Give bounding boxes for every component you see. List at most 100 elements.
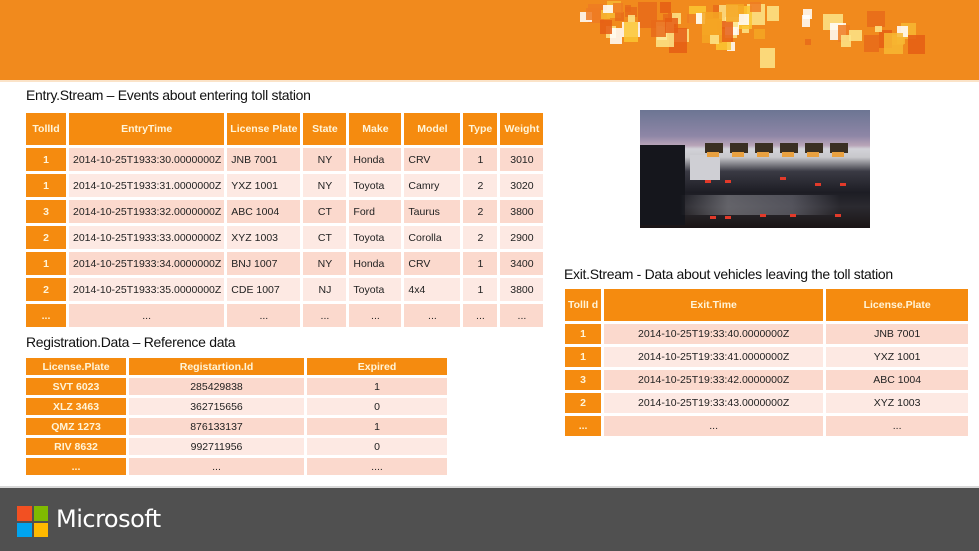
table-cell: ... [26,458,126,475]
table-cell: Honda [349,252,402,275]
table-cell: 2 [565,393,602,413]
banner-mosaic-tile [908,34,925,54]
table-cell: SVT 6023 [26,378,126,395]
table-cell: RIV 8632 [26,438,126,455]
table-row: SVT 6023 285429838 1 [26,378,447,395]
table-cell: CRV [404,252,461,275]
banner-mosaic-tile [897,37,906,44]
banner-mosaic-tile [804,38,812,45]
column-header: TollI d [565,289,602,321]
banner-mosaic-tile [739,14,749,25]
table-cell: .... [307,458,447,475]
microsoft-logo-icon [17,506,48,537]
table-cell: 2014-10-25T1933:31.0000000Z [69,174,225,197]
banner-mosaic-tile [686,13,696,24]
table-cell: 2 [26,278,66,301]
banner-mosaic-tile [866,10,885,27]
table-cell: ... [349,304,402,327]
table-cell: Toyota [349,174,402,197]
banner-mosaic-tile [702,12,722,35]
table-cell: 2 [463,200,498,223]
column-header: License.Plate [826,289,969,321]
table-cell: 1 [26,174,66,197]
header-divider [0,80,979,82]
table-cell: 2014-10-25T1933:33.0000000Z [69,226,225,249]
banner-mosaic-tile [875,25,883,33]
table-row: 2 2014-10-25T19:33:43.0000000Z XYZ 1003 [565,393,969,413]
table-cell: 0 [307,398,447,415]
table-cell: 3400 [500,252,544,275]
table-cell: NJ [303,278,347,301]
table-cell: ... [404,304,461,327]
table-cell: 2014-10-25T1933:34.0000000Z [69,252,225,275]
table-cell: 2014-10-25T19:33:40.0000000Z [604,324,824,344]
table-cell: 3 [565,370,602,390]
column-header: Registartion.Id [129,358,304,375]
table-cell: ... [26,304,66,327]
table-cell: 2014-10-25T19:33:42.0000000Z [604,370,824,390]
table-cell: JNB 7001 [227,148,301,171]
table-cell: 3800 [500,200,544,223]
banner-mosaic-tile [710,34,719,44]
table-cell: NY [303,174,347,197]
banner-mosaic-tile [586,7,601,21]
banner-mosaic-tile [625,5,632,13]
table-cell: 1 [26,148,66,171]
table-cell: 0 [307,438,447,455]
table-row: 1 2014-10-25T1933:31.0000000Z YXZ 1001 NY To… [26,174,544,197]
banner-mosaic-tile [749,1,762,13]
table-cell: YXZ 1001 [227,174,301,197]
table-cell: 285429838 [129,378,304,395]
column-header: Model [404,113,461,145]
table-cell: ... [565,416,602,436]
column-header: License Plate [227,113,301,145]
banner-mosaic-tile [664,17,679,33]
table-row: QMZ 1273 876133137 1 [26,418,447,435]
table-cell: 1 [463,252,498,275]
table-cell: 2014-10-25T1933:30.0000000Z [69,148,225,171]
table-cell: Camry [404,174,461,197]
registration-data-table: License.Plate Registartion.Id Expired SVT … [23,355,450,478]
banner-mosaic-tile [863,35,879,53]
table-cell: ... [227,304,301,327]
table-cell: 4x4 [404,278,461,301]
table-row: 1 2014-10-25T19:33:41.0000000Z YXZ 1001 [565,347,969,367]
table-cell: YXZ 1001 [826,347,969,367]
table-row: RIV 8632 992711956 0 [26,438,447,455]
table-cell: 2014-10-25T1933:32.0000000Z [69,200,225,223]
table-cell: 2 [463,174,498,197]
table-cell: 2 [26,226,66,249]
table-cell: 2900 [500,226,544,249]
table-cell: 3020 [500,174,544,197]
table-cell: 1 [565,324,602,344]
table-row: 3 2014-10-25T1933:32.0000000Z ABC 1004 CT Fo… [26,200,544,223]
table-cell: 1 [463,148,498,171]
table-cell: 2014-10-25T19:33:43.0000000Z [604,393,824,413]
table-cell: XLZ 3463 [26,398,126,415]
table-row: 2 2014-10-25T1933:35.0000000Z CDE 1007 NJ To… [26,278,544,301]
table-cell: 1 [307,418,447,435]
entry-stream-title: Entry.Stream – Events about entering tol… [26,87,311,103]
exit-stream-title: Exit.Stream - Data about vehicles leavin… [564,266,893,282]
table-cell: 1 [565,347,602,367]
table-cell: ... [826,416,969,436]
table-cell: 1 [307,378,447,395]
table-cell: 362715656 [129,398,304,415]
table-row: 2 2014-10-25T1933:33.0000000Z XYZ 1003 CT To… [26,226,544,249]
table-cell: Toyota [349,226,402,249]
table-cell: ... [463,304,498,327]
table-cell: Taurus [404,200,461,223]
banner-mosaic-tile [602,5,613,14]
banner-mosaic-tile [599,20,613,35]
table-cell: ... [303,304,347,327]
table-cell: Honda [349,148,402,171]
table-cell: 992711956 [129,438,304,455]
table-row: ........................ [26,304,544,327]
entry-stream-table: TollId EntryTime License Plate State Make Mod… [23,110,546,330]
column-header: Expired [307,358,447,375]
table-cell: 2014-10-25T19:33:41.0000000Z [604,347,824,367]
column-header: Exit.Time [604,289,824,321]
column-header: TollId [26,113,66,145]
table-cell: NY [303,252,347,275]
table-cell: NY [303,148,347,171]
